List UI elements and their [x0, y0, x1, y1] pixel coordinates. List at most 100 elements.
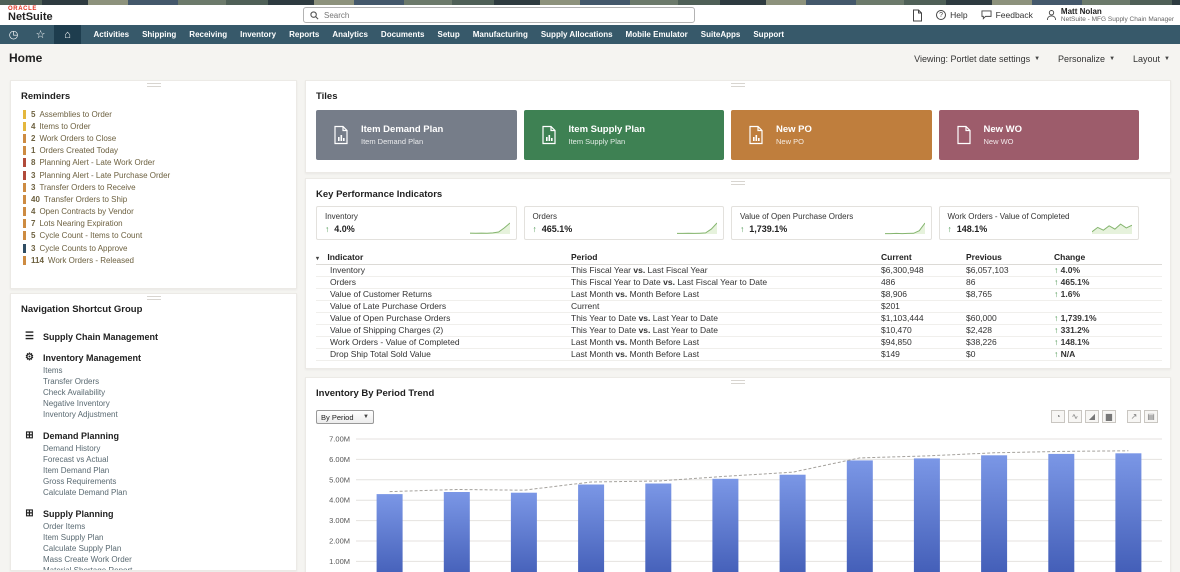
nav-item-mobile-emulator[interactable]: Mobile Emulator — [619, 30, 694, 39]
kpi-card-inventory[interactable]: Inventory↑4.0% — [316, 206, 517, 240]
shortcut-group-demand-planning[interactable]: ⊞Demand Planning — [23, 430, 296, 441]
nav-item-support[interactable]: Support — [747, 30, 791, 39]
reminder-item[interactable]: 3Cycle Counts to Approve — [11, 242, 296, 254]
column-header-change[interactable]: Change — [1054, 250, 1162, 264]
nav-item-supply-allocations[interactable]: Supply Allocations — [534, 30, 619, 39]
column-header-indicator[interactable]: ▾ Indicator — [316, 250, 571, 264]
reminder-item[interactable]: 4Open Contracts by Vendor — [11, 206, 296, 218]
combo-chart-icon[interactable]: ▤ — [1144, 410, 1158, 423]
kpi-card-orders[interactable]: Orders↑465.1% — [524, 206, 725, 240]
shortcut-link-item-supply-plan[interactable]: Item Supply Plan — [43, 532, 296, 543]
area-chart-icon[interactable]: ◢ — [1085, 410, 1099, 423]
reminder-item[interactable]: 1Orders Created Today — [11, 145, 296, 157]
shortcut-link-calculate-supply-plan[interactable]: Calculate Supply Plan — [43, 543, 296, 554]
period-filter-select[interactable]: By Period ▼ — [316, 410, 374, 424]
shortcut-link-gross-requirements[interactable]: Gross Requirements — [43, 476, 296, 487]
indicator-cell[interactable]: Drop Ship Total Sold Value — [316, 348, 571, 360]
column-header-previous[interactable]: Previous — [966, 250, 1054, 264]
reminder-item[interactable]: 114Work Orders - Released — [11, 254, 296, 266]
nav-item-inventory[interactable]: Inventory — [234, 30, 283, 39]
nav-item-reports[interactable]: Reports — [283, 30, 326, 39]
reminder-item[interactable]: 3Planning Alert - Late Purchase Order — [11, 169, 296, 181]
tile-new-po[interactable]: New PONew PO — [731, 110, 932, 160]
portlet-drag-handle[interactable] — [731, 181, 745, 185]
shortcut-link-forecast-vs-actual[interactable]: Forecast vs Actual — [43, 454, 296, 465]
tile-item-supply-plan[interactable]: Item Supply PlanItem Supply Plan — [524, 110, 725, 160]
shortcut-link-negative-inventory[interactable]: Negative Inventory — [43, 398, 296, 409]
indicator-cell[interactable]: Work Orders - Value of Completed — [316, 336, 571, 348]
layout-dropdown[interactable]: Layout ▼ — [1133, 54, 1170, 64]
portlet-drag-handle[interactable] — [731, 380, 745, 384]
column-header-period[interactable]: Period — [571, 250, 881, 264]
nav-item-shipping[interactable]: Shipping — [136, 30, 183, 39]
svg-text:4.00M: 4.00M — [329, 496, 350, 505]
shortcut-link-calculate-demand-plan[interactable]: Calculate Demand Plan — [43, 487, 296, 498]
nav-item-setup[interactable]: Setup — [431, 30, 466, 39]
user-menu[interactable]: Matt Nolan NetSuite - MFG Supply Chain M… — [1046, 7, 1174, 24]
home-icon[interactable]: ⌂ — [54, 25, 81, 44]
personalize-dropdown[interactable]: Personalize ▼ — [1058, 54, 1115, 64]
shortcut-link-transfer-orders[interactable]: Transfer Orders — [43, 376, 296, 387]
shortcut-link-items[interactable]: Items — [43, 365, 296, 376]
portlet-drag-handle[interactable] — [147, 83, 161, 87]
indicator-cell[interactable]: Value of Open Purchase Orders — [316, 312, 571, 324]
netsuite-logo[interactable]: ORACLE NetSuite — [8, 6, 53, 23]
period-cell: Current — [571, 300, 881, 312]
recent-records-icon[interactable]: ◷ — [0, 25, 27, 44]
indicator-cell[interactable]: Value of Shipping Charges (2) — [316, 324, 571, 336]
shortcut-link-item-demand-plan[interactable]: Item Demand Plan — [43, 465, 296, 476]
new-document-icon[interactable] — [912, 9, 923, 22]
indicator-cell[interactable]: Value of Late Purchase Orders — [316, 300, 571, 312]
shortcut-group-supply-planning[interactable]: ⊞Supply Planning — [23, 508, 296, 519]
global-search[interactable] — [303, 7, 695, 23]
period-cell: This Year to Date vs. Last Year to Date — [571, 324, 881, 336]
portlet-drag-handle[interactable] — [147, 296, 161, 300]
tile-item-demand-plan[interactable]: Item Demand PlanItem Demand Plan — [316, 110, 517, 160]
reminder-count: 4 — [31, 122, 35, 131]
shortcut-link-check-availability[interactable]: Check Availability — [43, 387, 296, 398]
reminder-item[interactable]: 8Planning Alert - Late Work Order — [11, 157, 296, 169]
shortcuts-star-icon[interactable]: ☆ — [27, 25, 54, 44]
indicator-cell[interactable]: Orders — [316, 276, 571, 288]
tile-title: New PO — [776, 124, 812, 135]
shortcut-group-inventory-management[interactable]: ⚙Inventory Management — [23, 352, 296, 363]
reminder-item[interactable]: 5Assemblies to Order — [11, 108, 296, 120]
reminder-item[interactable]: 3Transfer Orders to Receive — [11, 181, 296, 193]
reminder-item[interactable]: 40Transfer Orders to Ship — [11, 193, 296, 205]
feedback-menu[interactable]: Feedback — [981, 10, 1033, 20]
portlet-date-settings-dropdown[interactable]: Viewing: Portlet date settings ▼ — [914, 54, 1040, 64]
nav-item-suiteapps[interactable]: SuiteApps — [694, 30, 747, 39]
nav-item-analytics[interactable]: Analytics — [326, 30, 375, 39]
pie-chart-icon[interactable]: ◔ — [1051, 410, 1065, 423]
shortcut-link-order-items[interactable]: Order Items — [43, 521, 296, 532]
nav-item-documents[interactable]: Documents — [374, 30, 431, 39]
nav-item-receiving[interactable]: Receiving — [183, 30, 234, 39]
kpi-card-value-of-open-purchase-orders[interactable]: Value of Open Purchase Orders↑1,739.1% — [731, 206, 932, 240]
vs-label: vs. — [613, 349, 630, 359]
search-input[interactable] — [324, 11, 688, 20]
indicator-cell[interactable]: Inventory — [316, 264, 571, 276]
shortcut-group-supply-chain-management[interactable]: ☰Supply Chain Management — [23, 331, 296, 342]
tile-new-wo[interactable]: New WONew WO — [939, 110, 1140, 160]
kpi-card-work-orders-value-of-completed[interactable]: Work Orders - Value of Completed↑148.1% — [939, 206, 1140, 240]
shortcut-link-mass-create-work-order[interactable]: Mass Create Work Order — [43, 554, 296, 565]
reminder-item[interactable]: 4Items to Order — [11, 120, 296, 132]
indicator-cell[interactable]: Value of Customer Returns — [316, 288, 571, 300]
feedback-label: Feedback — [996, 10, 1033, 20]
portlet-drag-handle[interactable] — [731, 83, 745, 87]
shortcut-link-material-shortage-report[interactable]: Material Shortage Report — [43, 565, 296, 571]
column-header-current[interactable]: Current — [881, 250, 966, 264]
trend-chart-icon[interactable]: ↗ — [1127, 410, 1141, 423]
up-arrow-icon: ↑ — [1054, 349, 1061, 359]
reminder-item[interactable]: 7Lots Nearing Expiration — [11, 218, 296, 230]
line-chart-icon[interactable]: ∿ — [1068, 410, 1082, 423]
bar-chart-icon[interactable]: ▆ — [1102, 410, 1116, 423]
netsuite-wordmark: NetSuite — [8, 12, 53, 23]
nav-item-manufacturing[interactable]: Manufacturing — [466, 30, 534, 39]
shortcut-link-demand-history[interactable]: Demand History — [43, 443, 296, 454]
nav-item-activities[interactable]: Activities — [87, 30, 136, 39]
reminder-item[interactable]: 5Cycle Count - Items to Count — [11, 230, 296, 242]
help-menu[interactable]: ? Help — [936, 10, 967, 20]
shortcut-link-inventory-adjustment[interactable]: Inventory Adjustment — [43, 409, 296, 420]
reminder-item[interactable]: 2Work Orders to Close — [11, 132, 296, 144]
